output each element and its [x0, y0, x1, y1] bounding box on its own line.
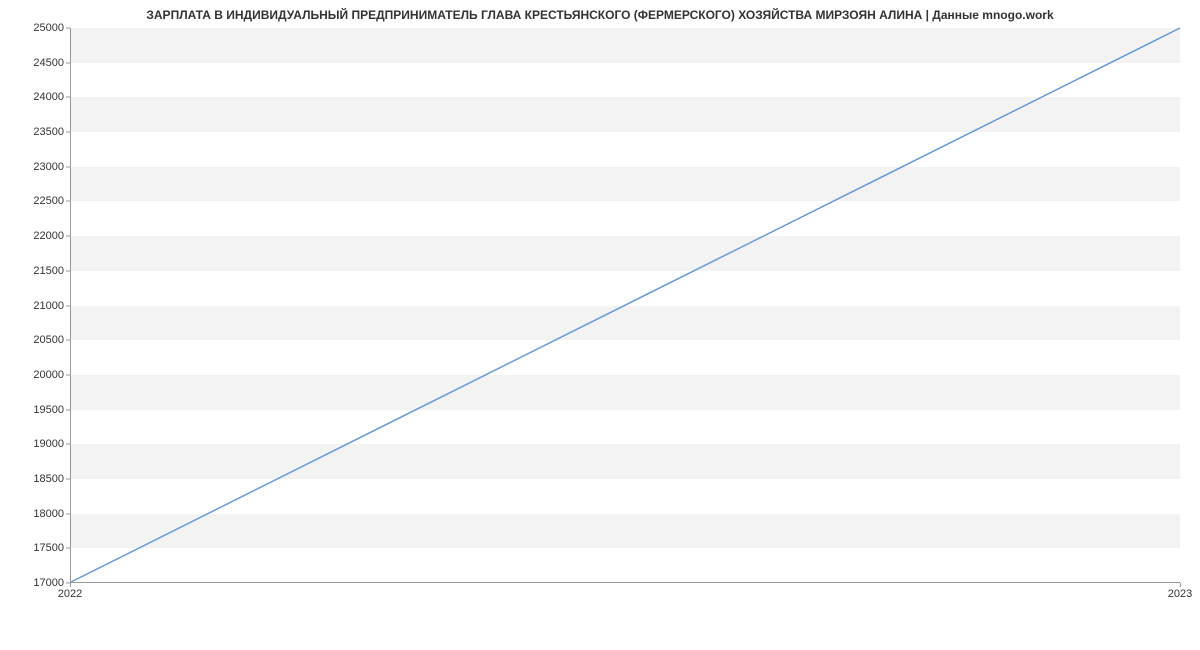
y-tick-label: 23500	[8, 126, 64, 138]
y-tick-label: 22000	[8, 230, 64, 242]
y-tick-mark	[66, 270, 70, 271]
y-tick-mark	[66, 236, 70, 237]
y-tick-label: 21500	[8, 265, 64, 277]
y-tick-label: 23000	[8, 161, 64, 173]
y-tick-label: 24500	[8, 57, 64, 69]
y-tick-mark	[66, 97, 70, 98]
y-tick-mark	[66, 340, 70, 341]
y-tick-label: 17000	[8, 577, 64, 589]
x-tick-label: 2022	[58, 588, 82, 600]
y-tick-mark	[66, 166, 70, 167]
y-tick-mark	[66, 374, 70, 375]
y-tick-mark	[66, 28, 70, 29]
y-tick-mark	[66, 201, 70, 202]
y-tick-mark	[66, 444, 70, 445]
y-tick-label: 18000	[8, 508, 64, 520]
y-tick-label: 17500	[8, 542, 64, 554]
x-tick-mark	[1180, 583, 1181, 587]
plot-area	[70, 28, 1180, 583]
y-tick-label: 22500	[8, 195, 64, 207]
y-tick-mark	[66, 305, 70, 306]
y-tick-mark	[66, 548, 70, 549]
y-tick-label: 19000	[8, 438, 64, 450]
x-tick-mark	[70, 583, 71, 587]
chart-line-layer	[71, 28, 1180, 582]
chart-title: ЗАРПЛАТА В ИНДИВИДУАЛЬНЫЙ ПРЕДПРИНИМАТЕЛ…	[0, 8, 1200, 22]
y-tick-mark	[66, 513, 70, 514]
chart-container: ЗАРПЛАТА В ИНДИВИДУАЛЬНЫЙ ПРЕДПРИНИМАТЕЛ…	[0, 0, 1200, 650]
y-tick-label: 20500	[8, 334, 64, 346]
y-tick-mark	[66, 62, 70, 63]
y-tick-label: 21000	[8, 300, 64, 312]
y-tick-label: 18500	[8, 473, 64, 485]
y-tick-label: 24000	[8, 91, 64, 103]
y-tick-label: 19500	[8, 404, 64, 416]
y-tick-label: 20000	[8, 369, 64, 381]
y-tick-mark	[66, 409, 70, 410]
y-tick-mark	[66, 478, 70, 479]
data-line	[71, 28, 1180, 582]
y-tick-mark	[66, 132, 70, 133]
y-tick-label: 25000	[8, 22, 64, 34]
x-tick-label: 2023	[1168, 588, 1192, 600]
